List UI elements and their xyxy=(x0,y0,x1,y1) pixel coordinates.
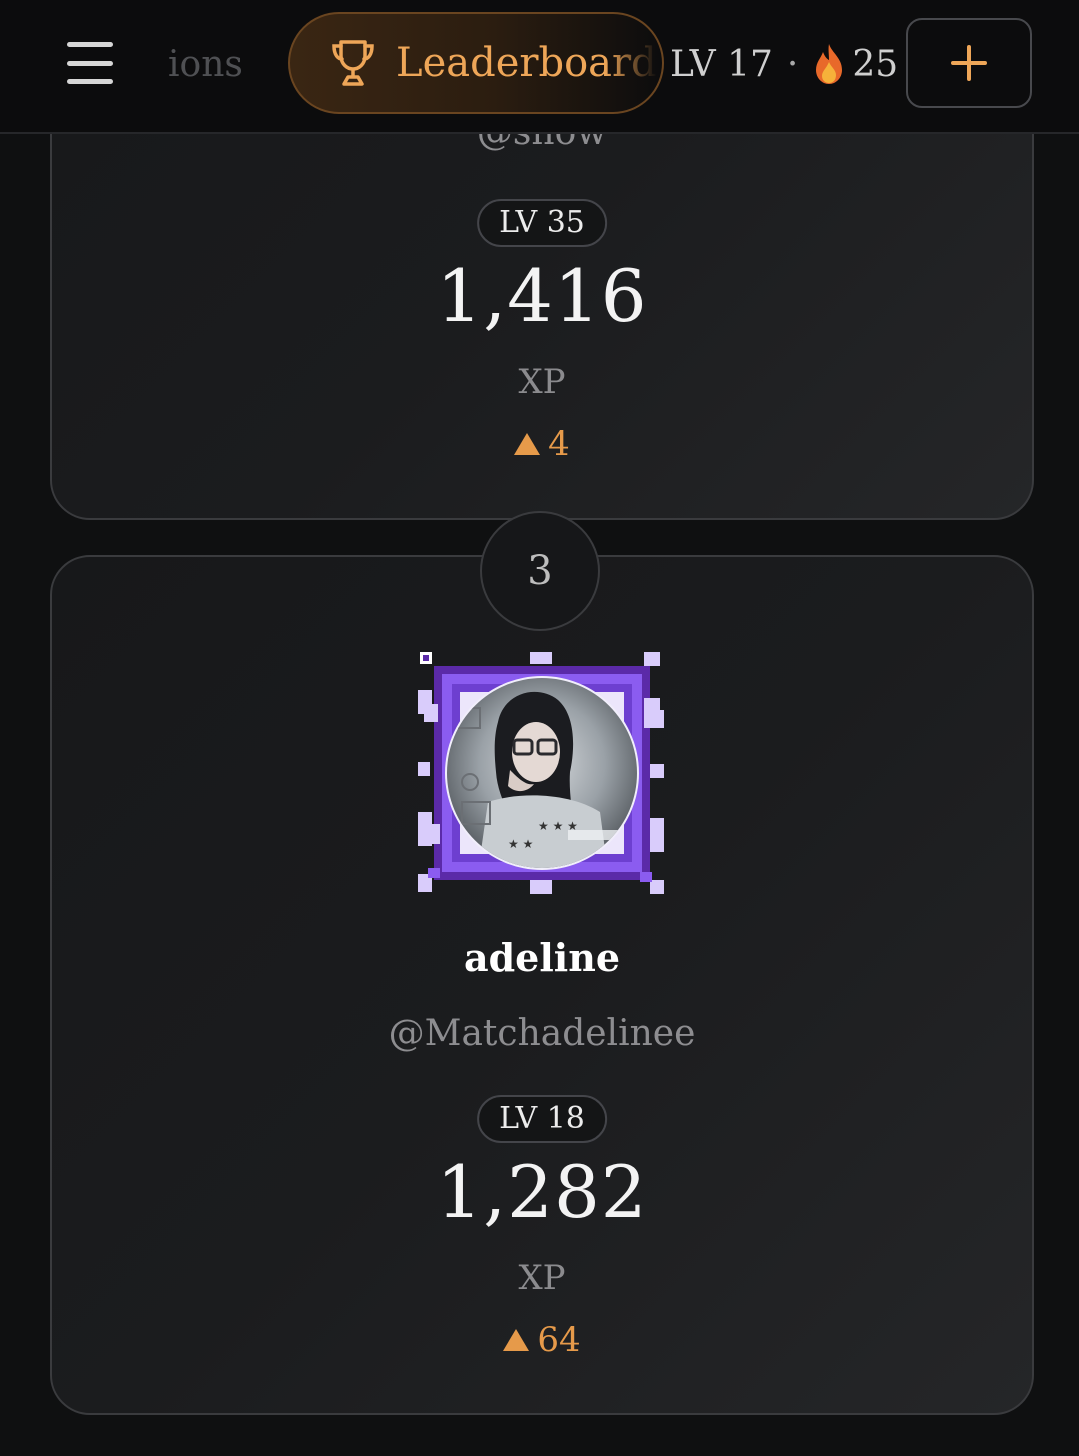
tab-partial[interactable]: ions xyxy=(168,40,243,90)
entry-rank-change: 64 xyxy=(52,1320,1032,1360)
svg-text:★ ★: ★ ★ xyxy=(508,837,533,851)
flame-icon xyxy=(816,44,843,84)
up-arrow-icon xyxy=(514,433,541,455)
menu-icon[interactable] xyxy=(60,36,120,90)
entry-xp-value: 1,282 xyxy=(436,1150,648,1234)
entry-level-badge: LV 35 xyxy=(477,199,607,247)
tab-leaderboard-label: Leaderboard xyxy=(396,40,657,86)
plus-icon xyxy=(951,45,987,81)
user-level: LV 17 xyxy=(670,43,773,85)
entry-level-badge: LV 18 xyxy=(477,1095,607,1143)
avatar[interactable]: ★ ★ ★ ★ ★ xyxy=(418,652,666,894)
user-level-streak: LV 17 · 25 xyxy=(670,38,898,90)
leaderboard-page: ions Leaderboard LV 17 · 25 LV 35 1,416 … xyxy=(0,0,1079,1456)
entry-rank-change-value: 4 xyxy=(548,424,570,464)
trophy-icon xyxy=(332,40,374,86)
entry-rank-change: 4 xyxy=(52,424,1032,464)
avatar-frame-icon: ★ ★ ★ ★ ★ xyxy=(418,652,664,894)
tab-leaderboard[interactable]: Leaderboard xyxy=(288,12,664,114)
entry-display-name: adeline xyxy=(463,935,621,980)
add-button[interactable] xyxy=(906,18,1032,108)
entry-rank-change-value: 64 xyxy=(537,1320,581,1360)
up-arrow-icon xyxy=(503,1329,530,1351)
leaderboard-entry-card[interactable]: ★ ★ ★ ★ ★ adeline @Matchadelinee LV 18 1… xyxy=(50,555,1034,1415)
separator: · xyxy=(786,43,799,85)
streak-count: 25 xyxy=(852,43,899,85)
entry-xp-value: 1,416 xyxy=(436,254,648,338)
top-bar: ions Leaderboard LV 17 · 25 xyxy=(0,0,1079,134)
entry-xp-label: XP xyxy=(518,1258,566,1298)
entry-xp-label: XP xyxy=(518,362,566,402)
entry-handle: @Matchadelinee xyxy=(388,1013,696,1054)
rank-badge: 3 xyxy=(480,511,600,631)
